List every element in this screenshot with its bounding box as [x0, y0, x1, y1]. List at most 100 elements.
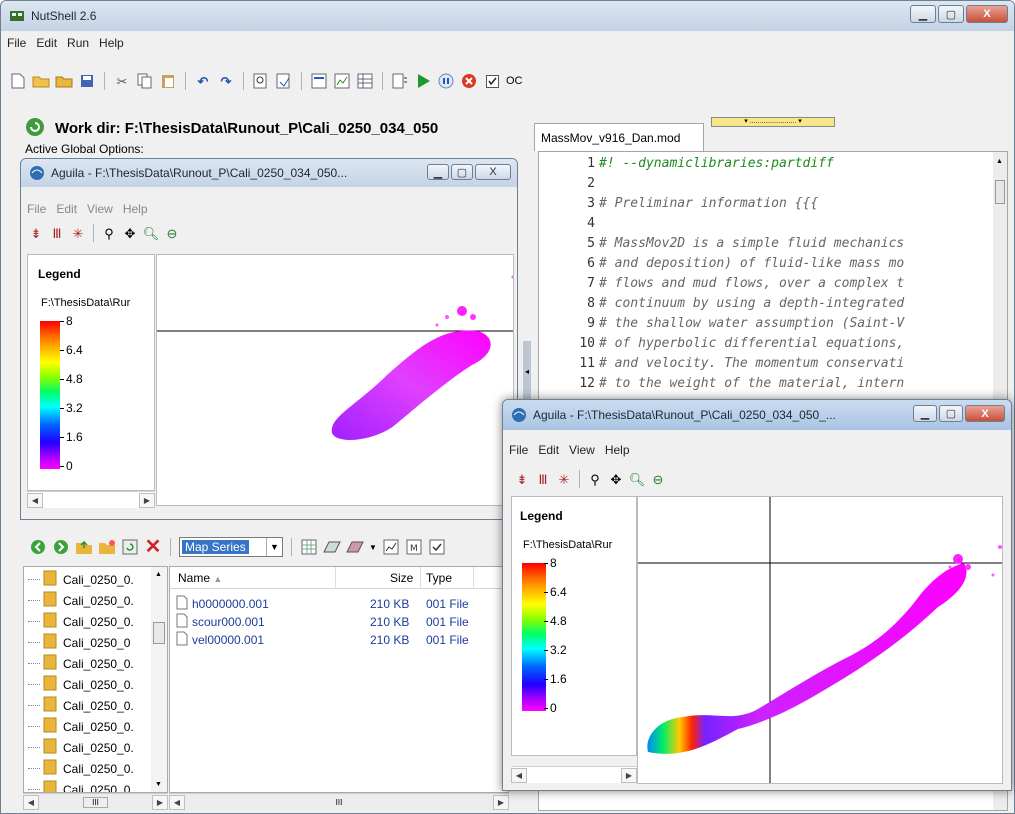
code-line[interactable]: 3 # Preliminar information {{{ — [539, 196, 818, 216]
pan-tool-icon[interactable]: ✥ — [121, 224, 139, 242]
code-line[interactable]: 5 # MassMov2D is a simple fluid mechanics — [539, 236, 904, 256]
code-line[interactable]: 7 # flows and mud flows, over a complex t — [539, 276, 904, 296]
run-play-icon[interactable] — [414, 72, 432, 90]
minimize-button[interactable]: ▁ — [910, 5, 936, 23]
tree-scroll-down-icon[interactable]: ▼ — [155, 781, 162, 788]
tree-item[interactable]: Cali_0250_0. — [28, 653, 134, 674]
view-table-icon[interactable] — [356, 72, 374, 90]
file-scroll-right-icon[interactable]: ▶ — [492, 794, 509, 810]
code-line[interactable]: 8 # continuum by using a depth-integrated — [539, 296, 904, 316]
scroll-left-icon[interactable]: ◀ — [23, 794, 39, 810]
aguila2-maximize-button[interactable]: ▢ — [939, 405, 963, 422]
file-list[interactable]: Name ▲ Size Type h0000000.001 210 KB 001 F… — [169, 566, 509, 793]
aguila2-menu-view[interactable]: View — [569, 443, 595, 457]
tree-vscrollbar[interactable]: ▲ ▼ — [151, 567, 167, 792]
drape-view-icon[interactable] — [323, 538, 341, 556]
aguila2-menu-help[interactable]: Help — [605, 443, 630, 457]
tree-item[interactable]: Cali_0250_0. — [28, 695, 134, 716]
tree-item[interactable]: Cali_0250_0. — [28, 758, 134, 779]
aguila1-map-canvas[interactable] — [156, 254, 514, 506]
tree-item[interactable]: Cali_0250_0. — [28, 716, 134, 737]
aguila2-scroll-left-icon[interactable]: ◀ — [511, 767, 527, 783]
layout-icon[interactable]: Ⅲ — [534, 470, 552, 488]
menu-help[interactable]: Help — [99, 36, 124, 50]
aguila1-maximize-button[interactable]: ▢ — [451, 164, 473, 180]
aguila1-menu-view[interactable]: View — [87, 202, 113, 216]
filelist-hscrollbar[interactable]: ◀ III ▶ — [169, 793, 509, 810]
tree-item[interactable]: Cali_0250_0. — [28, 590, 134, 611]
folder-icon[interactable] — [55, 72, 73, 90]
map-view-icon[interactable] — [300, 538, 318, 556]
multi-view-icon[interactable] — [346, 538, 364, 556]
scroll-thumb[interactable] — [995, 180, 1005, 204]
tree-item[interactable]: Cali_0250_0 — [28, 779, 130, 792]
tree-item[interactable]: Cali_0250_0. — [28, 569, 134, 590]
stop-icon[interactable] — [460, 72, 478, 90]
folder-tree[interactable]: Cali_0250_0. Cali_0250_0. Cali_0250_0. Cali… — [23, 566, 168, 793]
find-icon[interactable] — [252, 72, 270, 90]
aguila2-hscrollbar[interactable]: ◀ ▶ — [511, 766, 637, 783]
code-line[interactable]: 10 # of hyperbolic differential equations… — [539, 336, 904, 356]
code-line[interactable]: 4 — [539, 216, 599, 236]
menu-run[interactable]: Run — [67, 36, 89, 50]
aguila1-hscrollbar[interactable]: ◀ ▶ — [27, 491, 155, 508]
editor-tab[interactable]: MassMov_v916_Dan.mod — [534, 123, 704, 151]
options-icon[interactable] — [391, 72, 409, 90]
tree-item[interactable]: Cali_0250_0. — [28, 674, 134, 695]
forward-icon[interactable] — [52, 538, 70, 556]
check-icon[interactable] — [428, 538, 446, 556]
aguila1-close-button[interactable]: X — [475, 164, 511, 180]
new-folder-icon[interactable] — [98, 538, 116, 556]
paste-icon[interactable] — [159, 72, 177, 90]
view-editor-icon[interactable] — [310, 72, 328, 90]
folder-up-icon[interactable] — [75, 538, 93, 556]
aguila1-menu-edit[interactable]: Edit — [56, 202, 77, 216]
file-scroll-left-icon[interactable]: ◀ — [169, 794, 185, 810]
select-tool-icon[interactable]: ⚲ — [586, 470, 604, 488]
aguila2-map-canvas[interactable] — [637, 496, 1003, 784]
menu-file[interactable]: File — [7, 36, 26, 50]
zoom-extent-icon[interactable]: ⇟ — [513, 470, 531, 488]
code-line[interactable]: 6 # and deposition) of fluid-like mass mo — [539, 256, 904, 276]
code-line[interactable]: 12 # to the weight of the material, inter… — [539, 376, 904, 396]
view-map-icon[interactable] — [333, 72, 351, 90]
scroll-right-icon[interactable]: ▶ — [151, 794, 168, 810]
zoom-in-icon[interactable]: 🔍︎ — [142, 224, 160, 242]
aguila2-scroll-right-icon[interactable]: ▶ — [621, 767, 637, 783]
col-size-header[interactable]: Size — [390, 571, 413, 585]
tree-scroll-up-icon[interactable]: ▲ — [155, 571, 162, 578]
aguila2-minimize-button[interactable]: ▁ — [913, 405, 937, 422]
code-line[interactable]: 1 #! --dynamiclibraries:partdiff — [539, 156, 834, 176]
col-type-header[interactable]: Type — [426, 571, 452, 585]
oc-checkbox[interactable] — [483, 72, 501, 90]
aguila2-titlebar[interactable]: Aguila - F:\ThesisData\Runout_P\Cali_025… — [503, 400, 1011, 430]
col-name-header[interactable]: Name ▲ — [178, 571, 222, 585]
zoom-out-icon[interactable]: ⊖ — [649, 470, 667, 488]
tree-item[interactable]: Cali_0250_0. — [28, 737, 134, 758]
tree-item[interactable]: Cali_0250_0. — [28, 611, 134, 632]
zoom-out-icon[interactable]: ⊖ — [163, 224, 181, 242]
cursor-cross-icon[interactable]: ✳ — [555, 470, 573, 488]
select-tool-icon[interactable]: ⚲ — [100, 224, 118, 242]
redo-icon[interactable]: ↷ — [217, 72, 235, 90]
metadata-icon[interactable]: M — [405, 538, 423, 556]
scroll-up-arrow-icon[interactable]: ▲ — [996, 158, 1003, 165]
code-line[interactable]: 11 # and velocity. The momentum conservat… — [539, 356, 904, 376]
map-series-select[interactable]: Map Series ▼ — [179, 537, 283, 557]
tree-scroll-thumb[interactable] — [153, 622, 165, 644]
open-folder-icon[interactable] — [32, 72, 50, 90]
aguila2-close-button[interactable]: X — [965, 405, 1005, 422]
timeplot-icon[interactable] — [382, 538, 400, 556]
zoom-extent-icon[interactable]: ⇟ — [27, 224, 45, 242]
pause-icon[interactable] — [437, 72, 455, 90]
cut-icon[interactable]: ✂ — [113, 72, 131, 90]
zoom-in-icon[interactable]: 🔍︎ — [628, 470, 646, 488]
save-icon[interactable] — [78, 72, 96, 90]
splitter-handle[interactable]: ◂ — [523, 341, 531, 401]
file-row[interactable]: vel00000.001 210 KB 001 File — [170, 629, 508, 650]
close-button[interactable]: X — [966, 5, 1008, 23]
back-icon[interactable] — [29, 538, 47, 556]
layout-icon[interactable]: Ⅲ — [48, 224, 66, 242]
delete-icon[interactable]: ✕ — [144, 537, 162, 557]
code-line[interactable]: 2 — [539, 176, 599, 196]
